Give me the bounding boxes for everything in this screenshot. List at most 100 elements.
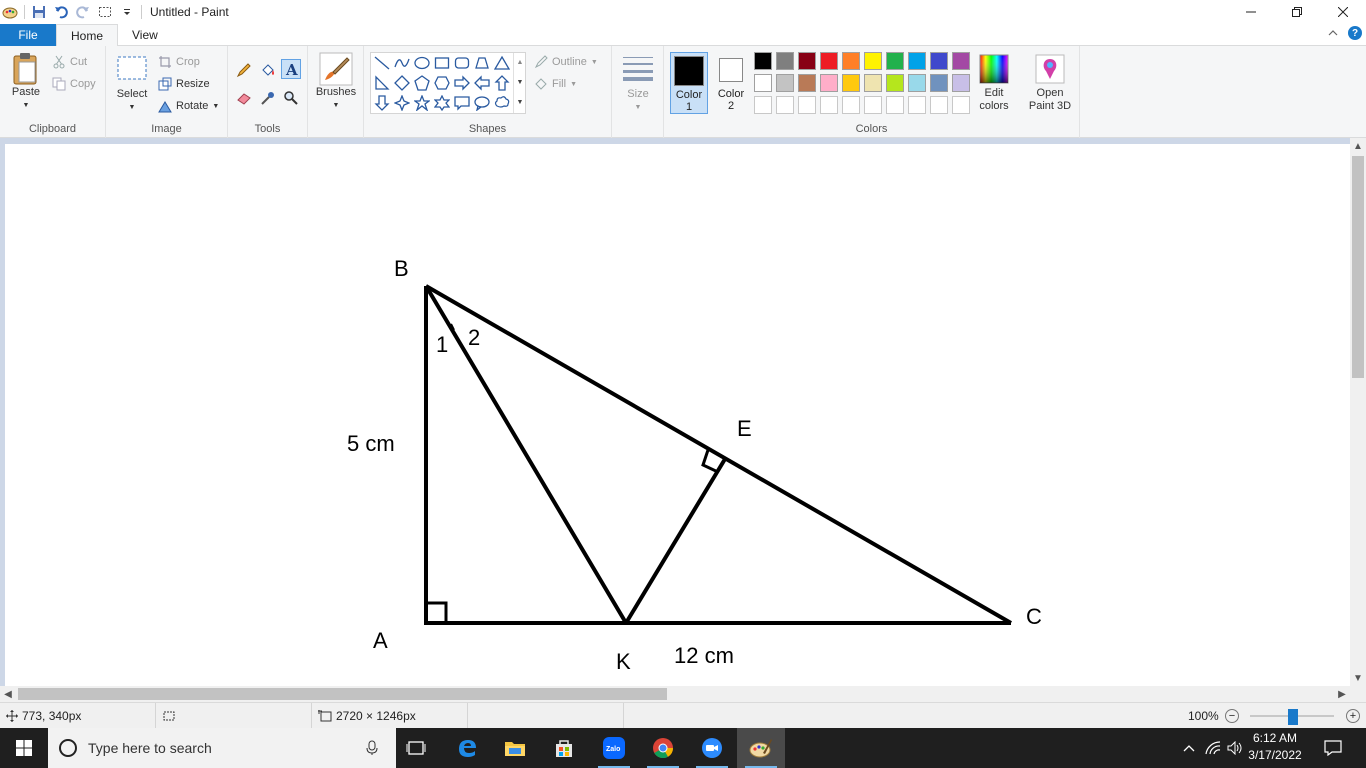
right-triangle-shape-icon[interactable]	[372, 73, 392, 93]
vertical-scrollbar[interactable]: ▲ ▼	[1350, 138, 1366, 686]
color1-selector[interactable]: Color 1	[670, 52, 708, 114]
diamond-shape-icon[interactable]	[392, 73, 412, 93]
zoom-out-icon[interactable]: −	[1225, 709, 1239, 723]
shapes-scroll[interactable]: ▲ ▼ ▼	[513, 53, 526, 113]
brushes-button[interactable]: Brushes ▼	[314, 52, 358, 112]
custom-color-slot[interactable]	[842, 96, 860, 114]
color-swatch[interactable]	[908, 74, 926, 92]
outline-button[interactable]: Outline ▼	[534, 52, 598, 72]
rectangle-shape-icon[interactable]	[432, 53, 452, 73]
file-explorer-taskbar-button[interactable]	[491, 728, 539, 768]
scroll-down-icon[interactable]: ▼	[1350, 670, 1366, 686]
fill-bucket-icon[interactable]	[258, 60, 278, 80]
edge-taskbar-button[interactable]	[443, 728, 491, 768]
pencil-icon[interactable]	[234, 60, 254, 80]
color-swatch[interactable]	[820, 74, 838, 92]
restore-button[interactable]	[1274, 0, 1320, 24]
color-swatch[interactable]	[930, 52, 948, 70]
custom-color-slot[interactable]	[798, 96, 816, 114]
horizontal-scrollbar[interactable]: ◀ ▶	[0, 686, 1350, 702]
custom-color-slot[interactable]	[776, 96, 794, 114]
store-taskbar-button[interactable]	[540, 728, 588, 768]
cut-button[interactable]: Cut	[52, 52, 87, 72]
custom-color-slot[interactable]	[820, 96, 838, 114]
select-button[interactable]: Select ▼	[114, 54, 150, 114]
color-picker-icon[interactable]	[258, 88, 278, 108]
zoom-meetings-taskbar-button[interactable]	[688, 728, 736, 768]
redo-icon[interactable]	[75, 4, 91, 20]
custom-color-slot[interactable]	[908, 96, 926, 114]
color-swatch[interactable]	[952, 52, 970, 70]
task-view-button[interactable]	[392, 728, 440, 768]
horizontal-scroll-thumb[interactable]	[18, 688, 667, 700]
size-button[interactable]: Size ▼	[618, 54, 658, 114]
color-swatch[interactable]	[908, 52, 926, 70]
polygon-shape-icon[interactable]	[472, 53, 492, 73]
fill-button[interactable]: Fill ▼	[534, 74, 577, 94]
color-swatch[interactable]	[952, 74, 970, 92]
taskbar-clock[interactable]: 6:12 AM 3/17/2022	[1244, 730, 1306, 764]
tab-file[interactable]: File	[0, 24, 56, 46]
magnifier-icon[interactable]	[281, 88, 301, 108]
right-arrow-shape-icon[interactable]	[452, 73, 472, 93]
collapse-ribbon-icon[interactable]	[1328, 26, 1338, 40]
four-point-star-shape-icon[interactable]	[392, 93, 412, 113]
up-arrow-shape-icon[interactable]	[492, 73, 512, 93]
show-hidden-icons-chevron-icon[interactable]	[1180, 744, 1198, 752]
minimize-button[interactable]	[1228, 0, 1274, 24]
custom-color-slot[interactable]	[754, 96, 772, 114]
edit-colors-button[interactable]: Edit colors	[974, 54, 1014, 113]
resize-button[interactable]: Resize	[158, 74, 210, 94]
color-swatch[interactable]	[754, 74, 772, 92]
custom-color-slot[interactable]	[864, 96, 882, 114]
zoom-in-icon[interactable]: +	[1346, 709, 1360, 723]
scroll-right-icon[interactable]: ▶	[1334, 686, 1350, 702]
wifi-icon[interactable]	[1202, 741, 1224, 755]
chevron-up-icon[interactable]: ▲	[514, 53, 526, 73]
color2-selector[interactable]: Color 2	[712, 52, 750, 114]
five-point-star-shape-icon[interactable]	[412, 93, 432, 113]
color-swatch[interactable]	[886, 74, 904, 92]
zoom-slider-thumb[interactable]	[1288, 709, 1298, 725]
color-swatch[interactable]	[776, 74, 794, 92]
customize-dropdown-icon[interactable]	[119, 4, 135, 20]
color-swatch[interactable]	[842, 52, 860, 70]
hexagon-shape-icon[interactable]	[432, 73, 452, 93]
color-swatch[interactable]	[798, 74, 816, 92]
expand-gallery-icon[interactable]: ▼	[514, 93, 526, 113]
help-icon[interactable]: ?	[1348, 26, 1362, 40]
crop-button[interactable]: Crop	[158, 52, 200, 72]
copy-button[interactable]: Copy	[52, 74, 96, 94]
microphone-icon[interactable]	[366, 740, 378, 756]
drawing-canvas[interactable]: B A C E K 1 2 5 cm 12 cm	[5, 144, 1350, 686]
open-paint3d-button[interactable]: Open Paint 3D	[1026, 54, 1074, 113]
triangle-shape-icon[interactable]	[492, 53, 512, 73]
pentagon-shape-icon[interactable]	[412, 73, 432, 93]
color-swatch[interactable]	[776, 52, 794, 70]
text-tool-icon[interactable]: A	[281, 59, 301, 79]
rounded-rectangle-shape-icon[interactable]	[452, 53, 472, 73]
undo-icon[interactable]	[53, 4, 69, 20]
color-swatch[interactable]	[864, 52, 882, 70]
rectangular-callout-shape-icon[interactable]	[452, 93, 472, 113]
oval-shape-icon[interactable]	[412, 53, 432, 73]
scroll-up-icon[interactable]: ▲	[1350, 138, 1366, 154]
volume-icon[interactable]	[1224, 741, 1246, 755]
start-button[interactable]	[0, 728, 48, 768]
taskbar-search[interactable]: Type here to search	[48, 728, 396, 768]
custom-color-slot[interactable]	[886, 96, 904, 114]
curve-shape-icon[interactable]	[392, 53, 412, 73]
cloud-callout-shape-icon[interactable]	[492, 93, 512, 113]
oval-callout-shape-icon[interactable]	[472, 93, 492, 113]
color-swatch[interactable]	[842, 74, 860, 92]
eraser-icon[interactable]	[234, 88, 254, 108]
close-button[interactable]	[1320, 0, 1366, 24]
chrome-taskbar-button[interactable]	[639, 728, 687, 768]
paste-button[interactable]: Paste ▼	[6, 52, 46, 112]
color-swatch[interactable]	[886, 52, 904, 70]
notifications-button[interactable]	[1310, 728, 1356, 768]
custom-color-slot[interactable]	[930, 96, 948, 114]
custom-color-slot[interactable]	[952, 96, 970, 114]
chevron-down-icon[interactable]: ▼	[514, 73, 526, 93]
paint-app-icon[interactable]	[2, 4, 18, 20]
